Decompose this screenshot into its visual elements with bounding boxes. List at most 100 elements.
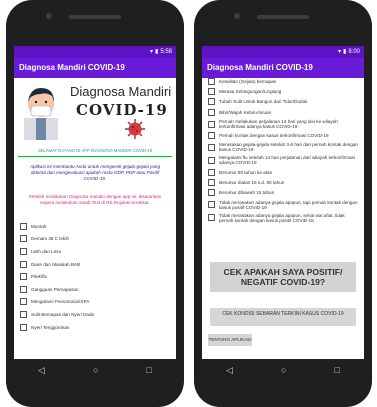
symptom-label: Berumur diatas 15 s.d. 60 tahun [219,180,285,186]
symptom-checkbox[interactable]: Tubuh Sulit Untuk Bangun dari Tidur/Dudu… [208,97,360,107]
symptom-checkbox[interactable]: Muntah [20,220,170,233]
symptom-checkbox[interactable]: Merasa Kebingungan/Linglung [208,86,360,96]
doctor-avatar-icon [24,88,58,140]
symptom-label: Sulit Bernapas dan Nyeri Dada [31,311,95,317]
symptom-label: Diare dan Masalah BAB [31,261,81,267]
navigation-bar: ◁ ○ □ [202,360,364,380]
checkbox-icon[interactable] [208,143,215,151]
wifi-icon: ▾ [149,49,153,55]
checkbox-icon[interactable] [208,179,215,187]
status-bar: ▾ ▮ 8:00 [202,46,364,58]
status-icons: ▾ ▮ 8:00 [338,46,360,58]
battery-icon: ▮ [155,49,159,55]
symptom-label: Kesulitan (Gejala) bernapas [219,78,276,84]
status-time: 5:58 [160,49,172,55]
symptom-checkbox[interactable]: Kesulitan (Gejala) bernapas [208,76,360,86]
checkbox-icon[interactable] [20,323,27,331]
navigation-bar: ◁ ○ □ [14,360,176,380]
symptom-label: Gangguan Pernapasan [31,286,79,292]
wifi-icon: ▾ [337,49,341,55]
checkbox-icon[interactable] [208,189,215,197]
checkbox-icon[interactable] [208,156,215,164]
symptom-checkbox[interactable]: Mengalami flu setelah 14 hari perjalanan… [208,154,360,167]
checkbox-icon[interactable] [20,222,27,230]
symptom-label: Pernah melakukan perjalanan 14 hari yang… [219,119,338,130]
symptom-label: Letih dan Lesu [31,248,62,254]
symptom-checkbox[interactable]: Mengalami Pneumonia/ISPA [20,296,170,309]
checkbox-icon[interactable] [20,298,27,306]
check-positive-button[interactable]: CEK APAKAH SAYA POSITIF/ NEGATIF COVID-1… [210,262,356,292]
symptom-checkbox[interactable]: Merasakan gejala-gejala setelah 3-6 hari… [208,141,360,154]
status-time: 8:00 [348,49,360,55]
warning-text: Aplikasi ini membantu Anda untuk mengece… [29,164,161,181]
symptom-label: Muntah [31,223,47,229]
symptom-label: Mengalami Pneumonia/ISPA [31,299,90,305]
checkbox-icon[interactable] [208,201,215,209]
symptom-label: Pernah kontak dengan kasus terkonfirmasi… [219,133,329,139]
checkbox-icon[interactable] [208,132,215,140]
symptom-checkbox[interactable]: Pilek/flu [20,270,170,283]
symptom-checkbox[interactable]: Bibir/Wajah Kebiru-biruan [208,107,360,117]
symptom-checkbox[interactable]: Demam 38 C lebih [20,233,170,246]
phone-right: ▾ ▮ 8:00 Diagnosa Mandiri COVID-19 Kesul… [194,0,372,407]
status-icons: ▾ ▮ 5:58 [150,46,172,58]
phone-left: ▾ ▮ 5:58 Diagnosa Mandiri COVID-19 Diagn… [6,0,184,407]
checkbox-icon[interactable] [208,88,215,96]
checkbox-icon[interactable] [208,108,215,116]
divider [18,156,172,157]
back-icon[interactable]: ◁ [38,365,45,376]
symptom-checkbox[interactable]: Tidak merasakan adanya gejala apapun, se… [208,211,360,224]
screen-right: ▾ ▮ 8:00 Diagnosa Mandiri COVID-19 Kesul… [202,46,364,359]
symptom-checkbox[interactable]: Tidak merasakan adanya gejala apapun, ta… [208,198,360,211]
checkbox-icon[interactable] [208,168,215,176]
recents-icon[interactable]: □ [147,365,152,375]
checkbox-icon[interactable] [208,120,215,128]
checkbox-icon[interactable] [20,285,27,293]
symptom-checkbox[interactable]: Berumur 60 tahun ke atas [208,167,360,177]
symptom-checkbox[interactable]: Gangguan Pernapasan [20,283,170,296]
checkbox-icon[interactable] [20,260,27,268]
symptom-label: Tubuh Sulit Untuk Bangun dari Tidur/Dudu… [219,99,308,105]
checkbox-icon[interactable] [20,247,27,255]
checkbox-icon[interactable] [20,273,27,281]
checkbox-icon[interactable] [20,235,27,243]
front-camera-icon [234,13,240,19]
symptom-checklist-right: Kesulitan (Gejala) bernapas Merasa Kebin… [208,77,360,224]
symptom-checkbox[interactable]: Diare dan Masalah BAB [20,258,170,271]
symptom-label: Tidak merasakan adanya gejala apapun, se… [219,212,345,223]
symptom-checkbox[interactable]: Berumur diatas 15 s.d. 60 tahun [208,177,360,187]
symptom-checkbox[interactable]: Sulit Bernapas dan Nyeri Dada [20,308,170,321]
app-bar-title: Diagnosa Mandiri COVID-19 [202,58,364,78]
checkbox-icon[interactable] [208,77,215,85]
home-icon[interactable]: ○ [281,365,286,375]
symptom-label: Bibir/Wajah Kebiru-biruan [219,109,272,115]
virus-icon [125,119,145,139]
symptom-checkbox[interactable]: Nyeri Tenggorokan [20,321,170,334]
symptom-checkbox[interactable]: Berumur dibawah 15 tahun [208,188,360,198]
speaker-grille [69,15,121,19]
symptom-label: Berumur dibawah 15 tahun [219,190,275,196]
symptom-label: Nyeri Tenggorokan [31,324,70,330]
back-icon[interactable]: ◁ [226,365,233,376]
checkbox-icon[interactable] [20,310,27,318]
instruction-text: Setelah melakukan Diagnosa mandiri denga… [28,194,162,205]
banner-subtitle: COVID-19 [76,101,168,119]
banner-title: Diagnosa Mandiri [70,84,172,99]
checkbox-icon[interactable] [208,214,215,222]
symptom-checkbox[interactable]: Pernah melakukan perjalanan 14 hari yang… [208,118,360,131]
welcome-text: SELAMAT DATANG DI APP DIAGNOSA MANDIRI C… [37,148,153,153]
symptom-label: Pilek/flu [31,274,48,280]
symptom-checkbox[interactable]: Letih dan Lesu [20,245,170,258]
screen-left: ▾ ▮ 5:58 Diagnosa Mandiri COVID-19 Diagn… [14,46,176,359]
symptom-label: Demam 38 C lebih [31,236,70,242]
front-camera-icon [46,13,52,19]
symptom-label: Merasakan gejala-gejala setelah 3-6 hari… [219,142,358,153]
recents-icon[interactable]: □ [335,365,340,375]
about-app-button[interactable]: TENTANG APLIKASI [208,334,252,346]
symptom-checklist-left: Muntah Demam 38 C lebih Letih dan Lesu D… [20,220,170,333]
symptom-checkbox[interactable]: Pernah kontak dengan kasus terkonfirmasi… [208,131,360,141]
checkbox-icon[interactable] [208,98,215,106]
home-icon[interactable]: ○ [93,365,98,375]
symptom-label: Mengalami flu setelah 14 hari perjalanan… [219,155,355,166]
check-spread-button[interactable]: CEK KONDISI SEBARAN TERKINI KASUS COVID-… [210,308,356,326]
